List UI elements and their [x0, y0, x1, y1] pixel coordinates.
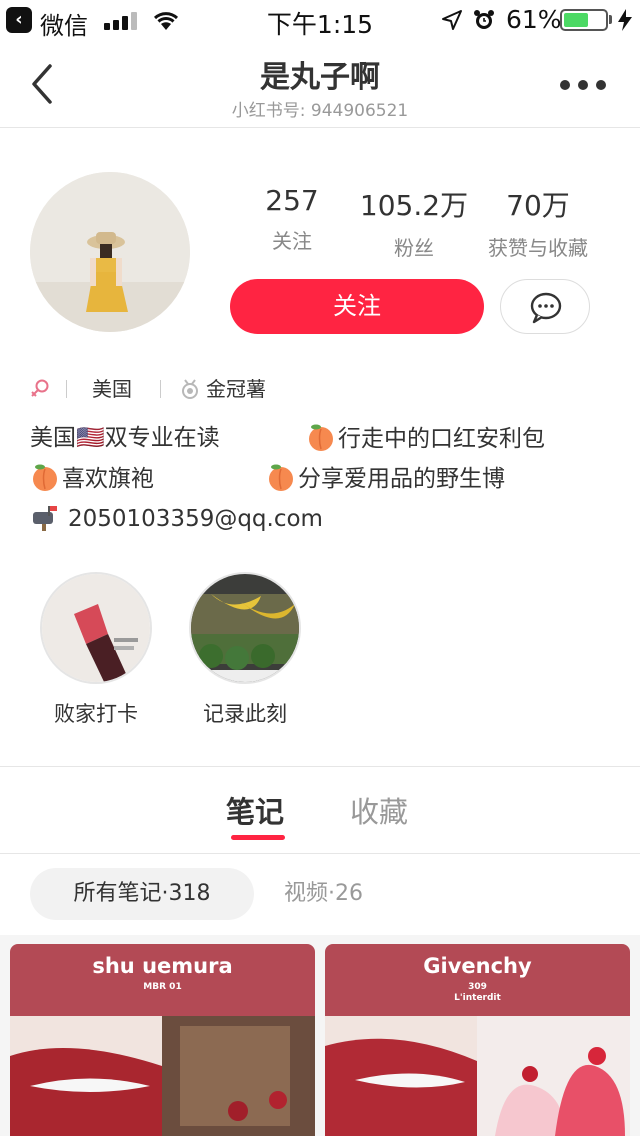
- highlight-item[interactable]: 败家打卡: [40, 572, 152, 728]
- content-tabs: 笔记 收藏: [0, 766, 640, 854]
- card-subtitle-2: L'interdit: [454, 993, 501, 1003]
- follow-button[interactable]: 关注: [230, 279, 484, 334]
- note-filters: 所有笔记·318 视频·26: [0, 855, 640, 935]
- bio-text: 行走中的口红安利包: [338, 426, 545, 452]
- likes-label: 获赞与收藏: [488, 236, 588, 260]
- account-id: 小红书号: 944906521: [231, 101, 409, 121]
- avatar-photo: [30, 172, 190, 332]
- location-arrow-icon: [442, 10, 462, 30]
- highlight-photo-lipstick: [42, 574, 150, 682]
- battery-tip: [609, 15, 612, 24]
- status-bar: ‹ 微信 下午1:15 61%: [0, 0, 640, 40]
- stat-followers[interactable]: 105.2万 粉丝: [356, 184, 472, 261]
- battery-icon: [560, 9, 608, 31]
- battery-level: [564, 13, 588, 27]
- filter-all-notes[interactable]: 所有笔记·318: [30, 868, 254, 920]
- card-brand: shu uemura: [92, 954, 233, 978]
- tag-divider: [160, 380, 161, 398]
- card-subtitle: MBR 01: [143, 982, 182, 992]
- bio-text: 喜欢旗袍: [62, 466, 154, 492]
- bio-line-2b: 分享爱用品的野生博: [266, 462, 505, 495]
- battery-percent: 61%: [506, 5, 562, 34]
- followers-count: 105.2万: [359, 189, 469, 222]
- card-header: shu uemura MBR 01: [10, 944, 315, 1016]
- card-brand: Givenchy: [423, 954, 532, 978]
- page-title: 是丸子啊: [260, 60, 380, 95]
- following-label: 关注: [272, 229, 312, 253]
- card-image-lips-dessert: [325, 1016, 630, 1136]
- card-subtitle: 309: [468, 982, 487, 992]
- card-image-lips: [10, 1016, 315, 1136]
- contact-email: 2050103359@qq.com: [68, 506, 323, 532]
- stat-likes[interactable]: 70万 获赞与收藏: [476, 184, 600, 261]
- highlight-cover: [40, 572, 152, 684]
- message-button[interactable]: [500, 279, 590, 334]
- card-header: Givenchy 309 L'interdit: [325, 944, 630, 1016]
- highlight-cover: [189, 572, 301, 684]
- active-tab-indicator: [231, 835, 285, 840]
- alarm-icon: [474, 10, 494, 29]
- top-nav: 是丸子啊 小红书号: 944906521: [0, 40, 640, 128]
- following-count: 257: [265, 184, 319, 217]
- highlight-photo-market: [191, 574, 299, 682]
- tab-favorites[interactable]: 收藏: [350, 789, 408, 831]
- followers-label: 粉丝: [394, 236, 434, 260]
- note-card[interactable]: shu uemura MBR 01: [10, 944, 315, 1136]
- bio-text: 美国🇺🇸双专业在读: [30, 425, 220, 451]
- chat-bubble-icon: [530, 292, 562, 324]
- mailbox-emoji-icon: [33, 506, 57, 531]
- tab-notes[interactable]: 笔记: [226, 789, 284, 831]
- highlight-label: 记录此刻: [203, 702, 287, 726]
- bio-line-3: 2050103359@qq.com: [30, 502, 323, 535]
- highlight-item[interactable]: 记录此刻: [189, 572, 301, 728]
- stat-following[interactable]: 257 关注: [252, 184, 332, 254]
- location-tag: 美国: [92, 377, 132, 401]
- bio-line-1: 美国🇺🇸双专业在读: [30, 422, 220, 454]
- charging-bolt-icon: [618, 9, 632, 31]
- bio-line-2: 喜欢旗袍: [30, 462, 154, 495]
- peach-emoji-icon: [309, 424, 333, 451]
- note-card[interactable]: Givenchy 309 L'interdit: [325, 944, 630, 1136]
- peach-emoji-icon: [269, 464, 293, 491]
- medal-icon: [182, 379, 198, 399]
- highlight-label: 败家打卡: [54, 702, 138, 726]
- more-options-icon[interactable]: [560, 76, 610, 92]
- level-tag[interactable]: 金冠薯: [206, 374, 266, 404]
- female-gender-icon: [31, 379, 49, 397]
- avatar[interactable]: [30, 172, 190, 332]
- peach-emoji-icon: [33, 464, 57, 491]
- filter-videos[interactable]: 视频·26: [284, 868, 363, 920]
- tag-divider: [66, 380, 67, 398]
- likes-count: 70万: [506, 189, 570, 222]
- bio-text: 分享爱用品的野生博: [298, 466, 505, 492]
- bio-line-1b: 行走中的口红安利包: [306, 422, 545, 455]
